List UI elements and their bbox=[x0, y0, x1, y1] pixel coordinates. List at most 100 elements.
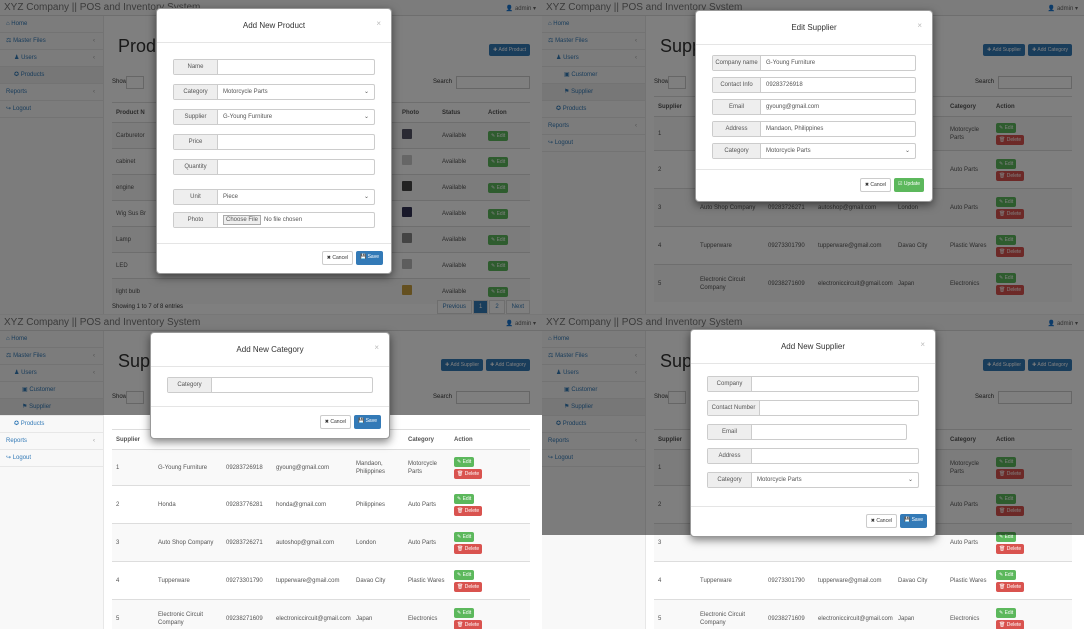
quadrant-add-category: XYZ Company || POS and Inventory System … bbox=[0, 315, 542, 629]
contact-info-field: Contact Info 09283726918 bbox=[712, 77, 916, 93]
products-icon: ✪ bbox=[14, 421, 20, 427]
edit-supplier-modal: Edit Supplier × Company name G-Young Furni… bbox=[695, 10, 933, 202]
floppy-icon: 💾 bbox=[359, 254, 367, 260]
edit-button[interactable]: ✎ Edit bbox=[454, 493, 475, 504]
cancel-button[interactable]: ✖ Cancel bbox=[321, 251, 353, 265]
times-icon: ✖ bbox=[324, 419, 329, 425]
delete-button[interactable]: 🗑 Delete bbox=[454, 543, 483, 554]
modal-title: Edit Supplier bbox=[791, 23, 837, 32]
floppy-icon: 💾 bbox=[903, 517, 911, 523]
price-input[interactable] bbox=[218, 135, 374, 149]
col-supplier[interactable]: Supplier bbox=[112, 436, 154, 444]
company-input[interactable] bbox=[752, 377, 918, 391]
contact-info-input[interactable]: 09283726918 bbox=[761, 78, 915, 92]
add-supplier-modal: Add New Supplier × Company Contact Number… bbox=[690, 329, 936, 537]
quadrant-edit-supplier: XYZ Company || POS and Inventory System … bbox=[542, 0, 1084, 314]
suppliers-table: Supplier Category Action 1 G-Young Furnit… bbox=[112, 429, 530, 629]
table-row: 5Electronic Circuit Company09238271609el… bbox=[654, 599, 1072, 629]
edit-button[interactable]: ✎ Edit bbox=[454, 456, 475, 467]
save-button[interactable]: 💾 Save bbox=[353, 415, 381, 429]
photo-file-input[interactable]: Choose File No file chosen bbox=[218, 213, 374, 227]
category-field: Category Motorcycle Parts ⌄ bbox=[707, 472, 919, 488]
edit-button[interactable]: ✎ Edit bbox=[996, 607, 1017, 618]
quadrant-products: XYZ Company || POS and Inventory System … bbox=[0, 0, 542, 314]
add-product-modal: Add New Product × Name Category Motorcycle… bbox=[156, 8, 392, 274]
delete-button[interactable]: 🗑 Delete bbox=[454, 619, 483, 629]
table-row: 4Tupperware09273301790tupperware@gmail.c… bbox=[654, 561, 1072, 599]
delete-button[interactable]: 🗑 Delete bbox=[996, 543, 1025, 554]
unit-field: Unit Piece ⌄ bbox=[173, 189, 375, 205]
modal-title: Add New Supplier bbox=[780, 342, 846, 351]
edit-button[interactable]: ✎ Edit bbox=[454, 569, 475, 580]
email-input[interactable] bbox=[752, 425, 906, 439]
delete-button[interactable]: 🗑 Delete bbox=[996, 619, 1025, 629]
times-icon: ✖ bbox=[870, 518, 875, 524]
chevron-down-icon: ⌄ bbox=[363, 89, 369, 95]
email-field: Email bbox=[707, 424, 907, 440]
quantity-input[interactable] bbox=[218, 160, 374, 174]
company-name-input[interactable]: G-Young Furniture bbox=[761, 56, 915, 70]
close-icon[interactable]: × bbox=[376, 19, 381, 28]
contact-number-input[interactable] bbox=[760, 401, 918, 415]
quadrant-add-supplier: XYZ Company || POS and Inventory System … bbox=[542, 315, 1084, 629]
category-select[interactable]: Motorcycle Parts ⌄ bbox=[218, 85, 374, 99]
name-field: Name bbox=[173, 59, 375, 75]
close-icon[interactable]: × bbox=[374, 343, 379, 352]
category-field: Category Motorcycle Parts ⌄ bbox=[173, 84, 375, 100]
category-field: Category bbox=[167, 377, 373, 393]
price-field: Price bbox=[173, 134, 375, 150]
sidebar-item-products[interactable]: ✪ Products bbox=[0, 416, 103, 433]
delete-button[interactable]: 🗑 Delete bbox=[454, 581, 483, 592]
logout-icon: ↪ bbox=[6, 455, 12, 461]
cancel-button[interactable]: ✖ Cancel bbox=[859, 178, 891, 192]
supplier-select[interactable]: G-Young Furniture ⌄ bbox=[218, 110, 374, 124]
company-field: Company bbox=[707, 376, 919, 392]
add-category-modal: Add New Category × Category ✖ Cancel 💾 Sa… bbox=[150, 332, 390, 439]
close-icon[interactable]: × bbox=[920, 340, 925, 349]
update-button[interactable]: ☑ Update bbox=[894, 178, 924, 192]
supplier-field: Supplier G-Young Furniture ⌄ bbox=[173, 109, 375, 125]
unit-select[interactable]: Piece ⌄ bbox=[218, 190, 374, 204]
delete-button[interactable]: 🗑 Delete bbox=[454, 505, 483, 516]
cancel-button[interactable]: ✖ Cancel bbox=[319, 415, 351, 429]
photo-field: Photo Choose File No file chosen bbox=[173, 212, 375, 228]
address-input[interactable]: Mandaon, Philippines bbox=[761, 122, 915, 136]
edit-button[interactable]: ✎ Edit bbox=[454, 607, 475, 618]
table-row: 4Tupperware09273301790tupperware@gmail.c… bbox=[112, 561, 530, 599]
category-input[interactable] bbox=[212, 378, 372, 392]
address-input[interactable] bbox=[752, 449, 918, 463]
table-row: 5Electronic Circuit Company09238271609el… bbox=[112, 599, 530, 629]
sidebar-item-logout[interactable]: ↪ Logout bbox=[0, 450, 103, 467]
save-button[interactable]: 💾 Save bbox=[899, 514, 927, 528]
col-action[interactable]: Action bbox=[450, 436, 490, 444]
delete-button[interactable]: 🗑 Delete bbox=[996, 581, 1025, 592]
edit-button[interactable]: ✎ Edit bbox=[454, 531, 475, 542]
col-category[interactable]: Category bbox=[404, 436, 450, 444]
name-input[interactable] bbox=[218, 60, 374, 74]
address-field: Address Mandaon, Philippines bbox=[712, 121, 916, 137]
chevron-down-icon: ⌄ bbox=[363, 114, 369, 120]
category-select[interactable]: Motorcycle Parts ⌄ bbox=[752, 473, 918, 487]
save-button[interactable]: 💾 Save bbox=[355, 251, 383, 265]
check-icon: ☑ bbox=[898, 181, 903, 187]
email-input[interactable]: gyoung@gmail.com bbox=[761, 100, 915, 114]
times-icon: ✖ bbox=[326, 255, 331, 261]
contact-number-field: Contact Number bbox=[707, 400, 919, 416]
chevron-down-icon: ⌄ bbox=[363, 194, 369, 200]
cancel-button[interactable]: ✖ Cancel bbox=[865, 514, 897, 528]
delete-button[interactable]: 🗑 Delete bbox=[454, 468, 483, 479]
address-field: Address bbox=[707, 448, 919, 464]
close-icon[interactable]: × bbox=[917, 21, 922, 30]
table-row: 2 Honda 09283776281 honda@gmail.com Philippi… bbox=[112, 485, 530, 523]
modal-title: Add New Category bbox=[236, 345, 304, 354]
chevron-down-icon: ⌄ bbox=[904, 148, 910, 154]
company-name-field: Company name G-Young Furniture bbox=[712, 55, 916, 71]
modal-title: Add New Product bbox=[242, 21, 306, 30]
times-icon: ✖ bbox=[864, 182, 870, 188]
choose-file-button[interactable]: Choose File bbox=[223, 215, 262, 225]
category-select[interactable]: Motorcycle Parts ⌄ bbox=[761, 144, 915, 158]
category-field: Category Motorcycle Parts ⌄ bbox=[712, 143, 916, 159]
edit-button[interactable]: ✎ Edit bbox=[996, 569, 1017, 580]
table-row: 1 G-Young Furniture 09283726918 gyoung@gmai… bbox=[112, 449, 530, 485]
sidebar-item-reports[interactable]: Reports‹ bbox=[0, 433, 103, 450]
